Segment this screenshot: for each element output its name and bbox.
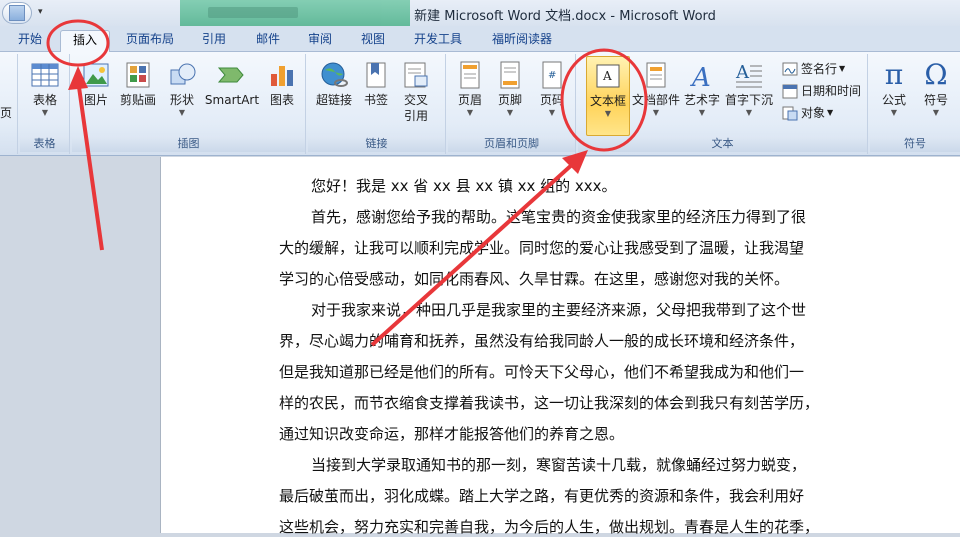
chevron-down-icon: ▼ — [506, 108, 514, 117]
group-illustrations: 图片 剪贴画 形状 ▼ SmartArt 图表 插图 — [72, 54, 306, 154]
omega-icon: Ω — [924, 58, 948, 91]
equation-button[interactable]: π 公式 ▼ — [876, 56, 912, 118]
quick-parts-icon — [646, 62, 666, 88]
drop-cap-button[interactable]: A 首字下沉 ▼ — [724, 56, 774, 118]
tab-foxit-reader[interactable]: 福昕阅读器 — [490, 30, 554, 52]
chevron-down-icon: ▼ — [698, 108, 706, 117]
page-number-button[interactable]: # 页码 ▼ — [534, 56, 570, 118]
table-button[interactable]: 表格 ▼ — [26, 56, 64, 118]
group-links: 超链接 书签 交叉 引用 链接 — [308, 54, 446, 154]
doc-line: 对于我家来说，种田几乎是我家里的主要经济来源，父母把我带到了这个世 — [311, 301, 807, 319]
tab-home[interactable]: 开始 — [16, 30, 44, 52]
quick-parts-button[interactable]: 文档部件 ▼ — [632, 56, 680, 118]
svg-text:A: A — [690, 63, 711, 90]
hyperlink-button[interactable]: 超链接 — [312, 56, 356, 108]
bookmark-button[interactable]: 书签 — [360, 56, 392, 108]
partial-label: 页 — [0, 106, 13, 120]
crossref-button[interactable]: 交叉 引用 — [398, 56, 434, 124]
chevron-down-icon: ▼ — [827, 108, 834, 117]
table-icon — [31, 63, 59, 87]
ribbon: 页 表格 ▼ 表格 图片 剪贴画 形状 ▼ SmartArt 图表 插图 超链接… — [0, 52, 960, 156]
textbox-button[interactable]: A 文本框 ▼ — [586, 56, 630, 136]
doc-line: 学习的心倍受感动，如同化雨春风、久旱甘霖。在这里，感谢您对我的关怀。 — [279, 270, 790, 288]
doc-line: 大的缓解，让我可以顺利完成学业。同时您的爱心让我感受到了温暖，让我渴望 — [279, 239, 805, 257]
chevron-down-icon: ▼ — [839, 64, 846, 73]
doc-line: 您好！我是 xx 省 xx 县 xx 镇 xx 组的 xxx。 — [311, 177, 617, 195]
doc-line: 最后破茧而出，羽化成蝶。踏上大学之路，有更优秀的资源和条件，我会利用好 — [279, 487, 805, 505]
textbox-icon: A — [596, 64, 620, 88]
group-label-text: 文本 — [578, 136, 867, 152]
tab-references[interactable]: 引用 — [200, 30, 228, 52]
wordart-button[interactable]: A 艺术字 ▼ — [682, 56, 722, 118]
svg-text:#: # — [548, 70, 556, 81]
calendar-icon — [782, 84, 798, 98]
tab-review[interactable]: 审阅 — [306, 30, 334, 52]
tab-developer[interactable]: 开发工具 — [412, 30, 464, 52]
group-tables: 表格 ▼ 表格 — [20, 54, 70, 154]
crossref-icon — [404, 62, 428, 88]
page-number-icon: # — [542, 61, 562, 89]
chevron-down-icon: ▼ — [41, 108, 49, 117]
tab-insert[interactable]: 插入 — [60, 30, 111, 52]
chevron-down-icon: ▼ — [890, 108, 898, 117]
doc-line: 样的农民，而节衣缩食支撑着我读书，这一切让我深刻的体会到我只有刻苦学历， — [279, 394, 820, 412]
group-text: A 文本框 ▼ 文档部件 ▼ A 艺术字 ▼ A 首字下沉 ▼ 签名行 ▼ 日期… — [578, 54, 868, 154]
drop-cap-icon: A — [735, 62, 762, 88]
window-title: 新建 Microsoft Word 文档.docx - Microsoft Wo… — [414, 9, 716, 24]
signature-line-icon — [782, 62, 798, 75]
doc-line: 首先，感谢您给予我的帮助。这笔宝贵的资金使我家里的经济压力得到了很 — [311, 208, 807, 226]
chevron-down-icon: ▼ — [178, 108, 186, 117]
wordart-icon: A — [690, 63, 711, 90]
chevron-down-icon: ▼ — [604, 109, 612, 118]
object-button[interactable]: 对象 ▼ — [782, 104, 833, 121]
group-label-links: 链接 — [308, 136, 445, 152]
pi-icon: π — [884, 58, 904, 91]
group-label-header-footer: 页眉和页脚 — [448, 136, 575, 152]
tab-page-layout[interactable]: 页面布局 — [124, 30, 176, 52]
ribbon-tabs: 开始 插入 页面布局 引用 邮件 审阅 视图 开发工具 福昕阅读器 — [0, 26, 960, 52]
smartart-icon — [217, 67, 244, 83]
chevron-down-icon: ▼ — [466, 108, 474, 117]
group-header-footer: 页眉 ▼ 页脚 ▼ # 页码 ▼ 页眉和页脚 — [448, 54, 576, 154]
globe-link-icon — [321, 62, 348, 87]
clipart-icon — [126, 62, 150, 88]
group-symbols: π 公式 ▼ Ω 符号 ▼ 符号 — [870, 54, 960, 154]
signature-line-button[interactable]: 签名行 ▼ — [782, 60, 845, 77]
header-button[interactable]: 页眉 ▼ — [452, 56, 488, 118]
shapes-icon — [170, 63, 196, 85]
chart-icon — [271, 66, 293, 86]
footer-icon — [500, 61, 520, 89]
chart-button[interactable]: 图表 — [266, 56, 298, 108]
picture-icon — [83, 63, 109, 87]
chevron-down-icon: ▼ — [745, 108, 753, 117]
doc-line: 通过知识改变命运，那样才能报答他们的养育之恩。 — [279, 425, 625, 443]
chevron-down-icon: ▼ — [548, 108, 556, 117]
clipart-button[interactable]: 剪贴画 — [118, 56, 158, 108]
doc-line: 这些机会，努力充实和完善自我，为今后的人生，做出规划。青春是人生的花季， — [279, 518, 820, 536]
header-icon — [460, 61, 480, 89]
doc-line: 但是我知道那已经是他们的所有。可怜天下父母心，他们不希望我成为和他们一 — [279, 363, 805, 381]
title-bar: ▾ 新建 Microsoft Word 文档.docx - Microsoft … — [0, 0, 960, 26]
doc-line: 界，尽心竭力的哺育和抚养，虽然没有给我同龄人一般的成长环境和经济条件， — [279, 332, 805, 350]
chevron-down-icon: ▼ — [652, 108, 660, 117]
symbol-button[interactable]: Ω 符号 ▼ — [918, 56, 954, 118]
footer-button[interactable]: 页脚 ▼ — [492, 56, 528, 118]
group-label-symbols: 符号 — [870, 136, 960, 152]
group-label-illustrations: 插图 — [72, 136, 305, 152]
doc-line: 当接到大学录取通知书的那一刻，寒窗苦读十几载，就像蛹经过努力蜕变， — [311, 456, 807, 474]
chevron-down-icon: ▼ — [932, 108, 940, 117]
group-label-tables: 表格 — [20, 136, 69, 152]
shapes-button[interactable]: 形状 ▼ — [166, 56, 198, 118]
svg-text:A: A — [735, 62, 750, 83]
object-icon — [782, 106, 798, 120]
tab-view[interactable]: 视图 — [359, 30, 387, 52]
bookmark-icon — [366, 62, 386, 88]
svg-text:A: A — [602, 69, 612, 83]
date-time-button[interactable]: 日期和时间 — [782, 82, 861, 99]
picture-button[interactable]: 图片 — [80, 56, 112, 108]
tab-mailings[interactable]: 邮件 — [254, 30, 282, 52]
group-partial-left: 页 — [0, 54, 18, 154]
smartart-button[interactable]: SmartArt — [204, 56, 260, 108]
